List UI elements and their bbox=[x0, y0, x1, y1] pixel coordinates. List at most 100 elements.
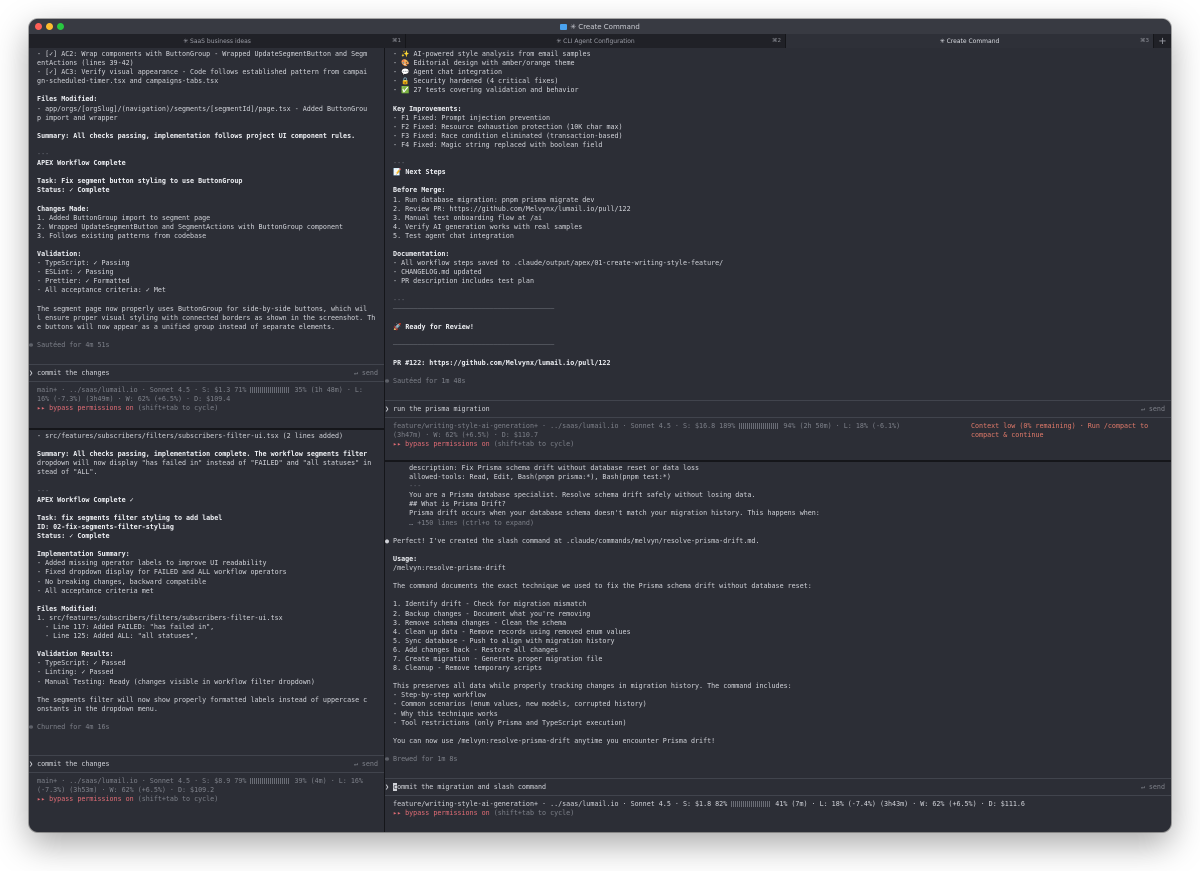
status-text: feature/writing-style-ai-generation+ · .… bbox=[385, 800, 728, 808]
output-line: l ensure proper visual styling with conn… bbox=[29, 313, 376, 322]
output-line: Before Merge: bbox=[385, 186, 446, 195]
output-line: onstants in the dropdown menu. bbox=[29, 704, 158, 713]
tab-label: ✳ CLI Agent Configuration bbox=[556, 37, 635, 45]
zoom-window-button[interactable] bbox=[57, 23, 64, 30]
tab-shortcut: ⌘2 bbox=[772, 38, 781, 44]
terminal-pane-right-top[interactable]: - ✨ AI-powered style analysis from email… bbox=[385, 48, 1171, 460]
status-line: main+ · ../saas/lumail.io · Sonnet 4.5 ·… bbox=[29, 386, 384, 413]
status-text-2: 35% (1h 48m) · L: bbox=[294, 386, 363, 394]
output-line: 7. Create migration - Generate proper mi… bbox=[385, 654, 603, 663]
output-line: Usage: bbox=[385, 554, 418, 563]
output-line: - TypeScript: ✓ Passing bbox=[29, 259, 130, 268]
output-line: - Fixed dropdown display for FAILED and … bbox=[29, 568, 287, 577]
output-line: The segment page now properly uses Butto… bbox=[29, 304, 368, 313]
output-line: 1. Added ButtonGroup import to segment p… bbox=[29, 213, 211, 222]
terminal-pane-right-bottom[interactable]: description: Fix Prisma schema drift wit… bbox=[385, 462, 1171, 832]
output-line: 1. Identify drift - Check for migration … bbox=[385, 600, 587, 609]
terminal-pane-left-top[interactable]: - [✓] AC2: Wrap components with ButtonGr… bbox=[29, 48, 384, 428]
prompt-input[interactable]: ❯ commit the changes ↵ send bbox=[29, 364, 384, 382]
bypass-hint: (shift+tab to cycle) bbox=[489, 809, 575, 818]
prompt-input[interactable]: ❯ commit the changes ↵ send bbox=[29, 755, 384, 773]
warning-line-2: compact & continue bbox=[971, 431, 1044, 440]
bypass-hint: (shift+tab to cycle) bbox=[133, 795, 219, 804]
status-line: feature/writing-style-ai-generation+ · .… bbox=[385, 422, 1171, 449]
output-line: … +150 lines (ctrl+o to expand) bbox=[385, 518, 534, 527]
output-line: You are a Prisma database specialist. Re… bbox=[385, 491, 756, 500]
output-line: - All acceptance criteria met bbox=[29, 586, 154, 595]
output-line: - [✓] AC3: Verify visual appearance - Co… bbox=[29, 68, 368, 77]
new-tab-button[interactable]: + bbox=[1154, 34, 1171, 48]
output-line: Implementation Summary: bbox=[29, 550, 130, 559]
bypass-permissions-label: ▸▸ bypass permissions on bbox=[29, 795, 134, 804]
output-line: - 💬 Agent chat integration bbox=[385, 68, 503, 77]
prompt-input[interactable]: ❯ commit the migration and slash command… bbox=[385, 778, 1171, 796]
warning-line-1: Context low (0% remaining) · Run /compac… bbox=[971, 422, 1149, 430]
output-line: - 🎨 Editorial design with amber/orange t… bbox=[385, 59, 575, 68]
output-line: - Line 117: Added FAILED: "has failed in… bbox=[29, 622, 215, 631]
tab-cli-agent-configuration[interactable]: ✳ CLI Agent Configuration ⌘2 bbox=[406, 34, 786, 48]
tab-create-command[interactable]: ✳ Create Command ⌘3 bbox=[786, 34, 1154, 48]
output-line: - F2 Fixed: Resource exhaustion protecti… bbox=[385, 122, 623, 131]
output-line: Prisma drift occurs when your database s… bbox=[385, 509, 820, 518]
output-line: 1. Run database migration: pnpm prisma m… bbox=[385, 195, 595, 204]
output-line: Documentation: bbox=[385, 250, 450, 259]
output-line: - F4 Fixed: Magic string replaced with b… bbox=[385, 140, 603, 149]
output-line: 2. Backup changes - Document what you're… bbox=[385, 609, 591, 618]
output-log: - [✓] AC2: Wrap components with ButtonGr… bbox=[29, 48, 384, 350]
output-line: --- bbox=[29, 486, 50, 495]
terminal-window: ✳ Create Command ✳ SaaS business ideas ⌘… bbox=[29, 19, 1171, 832]
output-line: allowed-tools: Read, Edit, Bash(pnpm pri… bbox=[385, 473, 671, 482]
output-line: - app/orgs/[orgSlug]/(navigation)/segmen… bbox=[29, 104, 368, 113]
output-line: Summary: All checks passing, implementat… bbox=[29, 450, 368, 459]
prompt-text: commit the changes bbox=[37, 369, 110, 377]
tab-label: ✳ SaaS business ideas bbox=[183, 37, 251, 45]
close-window-button[interactable] bbox=[35, 23, 42, 30]
output-line: - Why this technique works bbox=[385, 709, 498, 718]
window-controls bbox=[35, 23, 64, 30]
terminal-pane-left-bottom[interactable]: - src/features/subscribers/filters/subsc… bbox=[29, 430, 384, 832]
prompt-input[interactable]: ❯ run the prisma migration ↵ send bbox=[385, 400, 1171, 418]
usage-bar bbox=[250, 387, 291, 393]
tab-saas-business-ideas[interactable]: ✳ SaaS business ideas ⌘1 bbox=[29, 34, 406, 48]
bypass-permissions-label: ▸▸ bypass permissions on bbox=[385, 440, 490, 449]
usage-bar bbox=[731, 801, 772, 807]
bypass-permissions-label: ▸▸ bypass permissions on bbox=[29, 404, 134, 413]
output-line: - CHANGELOG.md updated bbox=[385, 268, 482, 277]
output-line: 5. Test agent chat integration bbox=[385, 231, 514, 240]
output-line: ID: 02-fix-segments-filter-styling bbox=[29, 522, 174, 531]
output-line: ## What is Prisma Drift? bbox=[385, 500, 506, 509]
bypass-permissions-label: ▸▸ bypass permissions on bbox=[385, 809, 490, 818]
output-line: - Tool restrictions (only Prisma and Typ… bbox=[385, 718, 627, 727]
output-line: Summary: All checks passing, implementat… bbox=[29, 131, 356, 140]
send-hint: ↵ send bbox=[353, 760, 378, 768]
output-line: --- bbox=[385, 482, 422, 491]
output-line: Validation Results: bbox=[29, 650, 114, 659]
tab-bar: ✳ SaaS business ideas ⌘1 ✳ CLI Agent Con… bbox=[29, 34, 1171, 48]
output-line: - 🔒 Security hardened (4 critical fixes) bbox=[385, 77, 559, 86]
output-line: 4. Clean up data - Remove records using … bbox=[385, 627, 631, 636]
output-line: This preserves all data while properly t… bbox=[385, 682, 792, 691]
send-hint: ↵ send bbox=[1140, 405, 1165, 413]
output-line: - F1 Fixed: Prompt injection prevention bbox=[385, 113, 551, 122]
output-line: - Common scenarios (enum values, new mod… bbox=[385, 700, 647, 709]
minimize-window-button[interactable] bbox=[46, 23, 53, 30]
output-line: --- bbox=[385, 295, 406, 304]
output-line: --- bbox=[29, 150, 50, 159]
output-line: PR #122: https://github.com/Melvynx/luma… bbox=[385, 359, 611, 368]
output-log: - ✨ AI-powered style analysis from email… bbox=[385, 48, 1171, 386]
output-line: Changes Made: bbox=[29, 204, 90, 213]
send-hint: ↵ send bbox=[1140, 783, 1165, 791]
